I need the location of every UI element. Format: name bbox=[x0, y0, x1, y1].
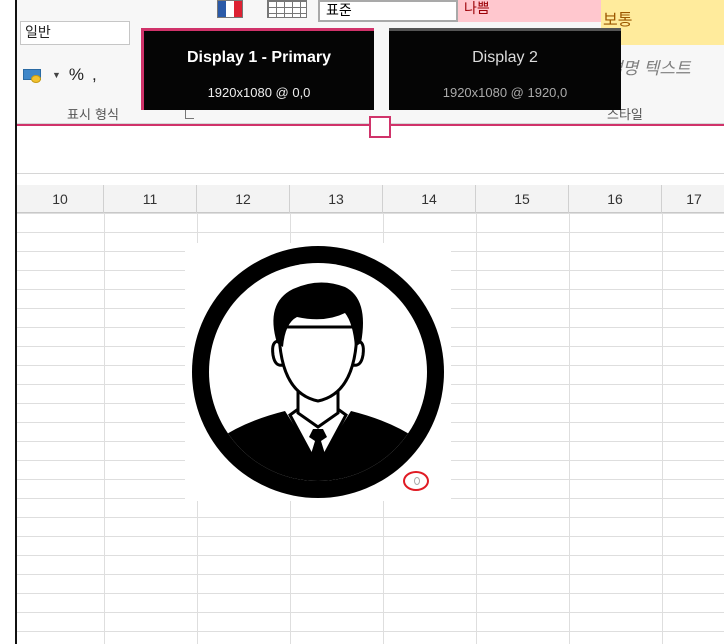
column-headers: 10 11 12 13 14 15 16 17 bbox=[17, 185, 724, 213]
number-format-select[interactable]: 일반 bbox=[20, 21, 130, 45]
display-title: Display 2 bbox=[472, 49, 538, 66]
column-header[interactable]: 12 bbox=[197, 185, 290, 213]
column-header[interactable]: 15 bbox=[476, 185, 569, 213]
display-resolution: 1920x1080 @ 1920,0 bbox=[442, 85, 568, 100]
chevron-down-icon[interactable]: ▼ bbox=[52, 70, 61, 80]
formula-bar[interactable] bbox=[17, 138, 724, 174]
number-group-label: 표시 형식 bbox=[67, 108, 119, 123]
picture-resize-handle[interactable] bbox=[403, 471, 429, 491]
display-drag-handle[interactable] bbox=[369, 116, 391, 138]
percent-style-button[interactable]: % bbox=[69, 65, 84, 85]
style-bad-cell[interactable]: 나쁨 bbox=[458, 0, 601, 22]
excel-window: 일반 ▼ % , 표시 형식 표준 나쁨 보통 설명 텍스트 스타일 10 11… bbox=[15, 0, 724, 644]
display-title: Display 1 - Primary bbox=[186, 49, 332, 66]
grid-column-line bbox=[662, 213, 663, 644]
column-header[interactable]: 13 bbox=[290, 185, 383, 213]
accounting-format-icon[interactable] bbox=[22, 66, 44, 84]
column-header[interactable]: 11 bbox=[104, 185, 197, 213]
column-header[interactable]: 17 bbox=[662, 185, 724, 213]
format-as-table-icon[interactable] bbox=[267, 0, 307, 18]
display-2-tooltip[interactable]: Display 2 1920x1080 @ 1920,0 bbox=[389, 28, 621, 110]
grid-column-line bbox=[569, 213, 570, 644]
column-header[interactable]: 10 bbox=[17, 185, 104, 213]
number-format-row: ▼ % , bbox=[22, 63, 97, 87]
display-1-tooltip[interactable]: Display 1 - Primary 1920x1080 @ 0,0 bbox=[141, 28, 374, 110]
column-header[interactable]: 14 bbox=[383, 185, 476, 213]
column-header[interactable]: 16 bbox=[569, 185, 662, 213]
grid-column-line bbox=[476, 213, 477, 644]
dialog-launcher-icon[interactable] bbox=[185, 110, 194, 119]
style-normal-cell[interactable]: 표준 bbox=[318, 0, 458, 22]
conditional-formatting-icon[interactable] bbox=[217, 0, 243, 18]
display-resolution: 1920x1080 @ 0,0 bbox=[207, 85, 311, 100]
inserted-picture[interactable] bbox=[185, 243, 451, 501]
comma-style-button[interactable]: , bbox=[92, 65, 97, 85]
grid-column-line bbox=[104, 213, 105, 644]
user-avatar-icon bbox=[192, 246, 444, 498]
